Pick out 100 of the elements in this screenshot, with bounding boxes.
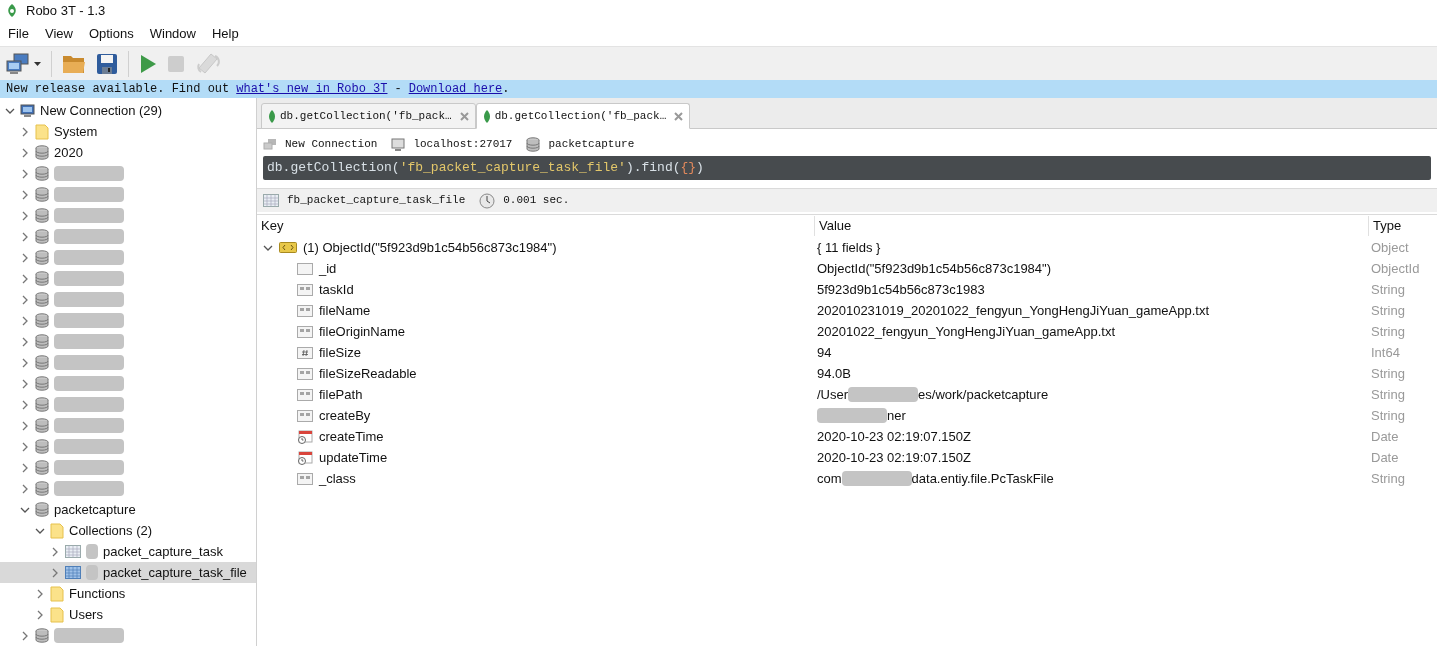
tree-item[interactable]: Users	[0, 604, 256, 625]
menu-item[interactable]: Window	[141, 24, 204, 44]
tree-item[interactable]: Functions	[0, 583, 256, 604]
query-tab[interactable]: db.getCollection('fb_pack…	[261, 103, 476, 129]
close-icon[interactable]	[674, 111, 684, 121]
value-text: /User	[817, 385, 849, 404]
database-icon	[35, 187, 49, 202]
key-cell-text: fileSizeReadable	[319, 364, 417, 383]
collection-name: fb_packet_capture_task_file	[287, 193, 466, 209]
key-cell-text: createBy	[319, 406, 371, 425]
tree-label: Functions	[69, 584, 126, 603]
chevron-right-icon[interactable]	[20, 357, 30, 368]
database-icon	[35, 229, 49, 244]
chevron-right-icon[interactable]	[50, 567, 60, 578]
chevron-right-icon[interactable]	[20, 336, 30, 347]
column-header[interactable]: Type	[1368, 216, 1437, 236]
tree-item[interactable]: New Connection (29)	[0, 100, 256, 121]
whats-new-link[interactable]: what's new in Robo 3T	[236, 80, 388, 98]
tree-item[interactable]: 2020	[0, 142, 256, 163]
folder-icon	[50, 522, 64, 539]
database-icon	[35, 355, 49, 370]
quotes-icon	[297, 409, 313, 422]
chevron-right-icon[interactable]	[20, 420, 30, 431]
close-icon[interactable]	[459, 111, 469, 121]
chevron-right-icon[interactable]	[20, 483, 30, 494]
chevron-right-icon[interactable]	[35, 609, 45, 620]
chevron-right-icon[interactable]	[20, 126, 30, 137]
value-cell-text: 2020-10-23 02:19:07.150Z	[817, 448, 971, 467]
banner-text: New release available. Find out	[6, 81, 230, 98]
column-header[interactable]: Value	[814, 216, 1368, 236]
connection-name: New Connection	[285, 136, 378, 152]
chevron-right-icon[interactable]	[20, 399, 30, 410]
quotes-icon	[297, 304, 313, 317]
value-text: ner	[887, 406, 906, 425]
chevron-right-icon[interactable]	[20, 315, 30, 326]
tree-item[interactable]: Collections (2)	[0, 520, 256, 541]
chevron-right-icon[interactable]	[35, 588, 45, 599]
value-text: data.entiy.file.PcTaskFile	[911, 469, 1054, 488]
tree-item[interactable]: packet_capture_task_file	[0, 562, 256, 583]
query-editor[interactable]: db.getCollection('fb_packet_capture_task_file').find({})	[263, 156, 1431, 180]
database-icon	[35, 271, 49, 286]
chevron-right-icon[interactable]	[20, 252, 30, 263]
database-icon	[35, 292, 49, 307]
value-cell-text: 2020-10-23 02:19:07.150Z	[817, 427, 971, 446]
tree-label: System	[54, 122, 98, 141]
menu-item[interactable]: Options	[80, 24, 142, 44]
banner-separator: -	[394, 81, 402, 98]
menu-item[interactable]: View	[36, 24, 81, 44]
chevron-right-icon[interactable]	[20, 378, 30, 389]
type-cell-text: Date	[1370, 448, 1400, 467]
tree-label: New Connection (29)	[40, 101, 163, 120]
tree-label: Collections (2)	[69, 521, 153, 540]
chevron-right-icon[interactable]	[20, 210, 30, 221]
key-cell-text: _class	[319, 469, 356, 488]
key-cell-text: updateTime	[319, 448, 388, 467]
quotes-icon	[297, 367, 313, 380]
chevron-right-icon[interactable]	[20, 189, 30, 200]
value-cell-text: { 11 fields }	[817, 238, 881, 257]
key-cell-text: _id	[319, 259, 337, 278]
folder-icon	[50, 585, 64, 602]
type-cell-text: String	[1370, 385, 1406, 404]
play-icon[interactable]	[139, 53, 157, 74]
menu-item[interactable]: File	[0, 24, 37, 44]
hash-icon	[297, 346, 313, 359]
value-cell-text: 20201022_fengyun_YongHengJiYuan_gameApp.txt	[817, 322, 1116, 341]
chevron-right-icon[interactable]	[20, 168, 30, 179]
type-cell-text: Int64	[1370, 343, 1401, 362]
chevron-right-icon[interactable]	[20, 630, 30, 641]
type-cell-text: String	[1370, 364, 1406, 383]
database-icon	[35, 418, 49, 433]
query-tab[interactable]: db.getCollection('fb_pack…	[475, 103, 691, 129]
value-cell-text: 202010231019_20201022_fengyun_YongHengJiYuan_gameApp.txt	[817, 301, 1210, 320]
database-icon	[35, 250, 49, 265]
database-name: packetcapture	[548, 136, 635, 152]
chevron-right-icon[interactable]	[20, 231, 30, 242]
tree-label: packetcapture	[54, 500, 136, 519]
caret-icon[interactable]	[34, 61, 41, 66]
chevron-right-icon[interactable]	[20, 147, 30, 158]
chevron-right-icon[interactable]	[20, 294, 30, 305]
tree-item[interactable]: System	[0, 121, 256, 142]
chevron-right-icon[interactable]	[20, 462, 30, 473]
blurred-region	[817, 408, 887, 423]
tree-label: 2020	[54, 143, 83, 162]
chevron-right-icon[interactable]	[20, 441, 30, 452]
chevron-right-icon[interactable]	[20, 273, 30, 284]
value-text: com	[817, 469, 842, 488]
key-cell-text: fileName	[319, 301, 371, 320]
folder-icon	[35, 123, 49, 140]
type-cell-text: ObjectId	[1370, 259, 1421, 278]
download-link[interactable]: Download here	[408, 80, 503, 98]
tree-item[interactable]: packetcapture	[0, 499, 256, 520]
tree-item[interactable]: packet_capture_task	[0, 541, 256, 562]
database-icon	[35, 166, 49, 181]
key-cell-text: (1) ObjectId("5f923d9b1c54b56c873c1984")	[303, 238, 557, 257]
column-header[interactable]: Key	[257, 216, 814, 236]
chevron-right-icon[interactable]	[50, 546, 60, 557]
computers-icon[interactable]	[6, 52, 30, 75]
database-icon	[35, 439, 49, 454]
menu-item[interactable]: Help	[203, 24, 247, 44]
database-icon	[35, 208, 49, 223]
